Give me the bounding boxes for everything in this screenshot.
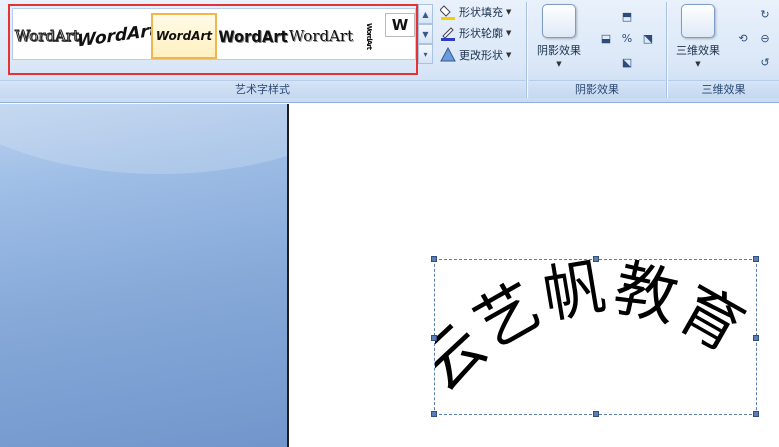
threed-effects-label: 三维效果 <box>676 44 720 57</box>
chevron-down-icon: ▼ <box>506 8 512 16</box>
wordart-style-3-selected[interactable]: WordArt <box>151 13 217 59</box>
wordart-styles-group: WordArt WordArt WordArt WordArt WordArt … <box>0 0 525 100</box>
wordart-styles-group-label: 艺术字样式 <box>0 80 525 98</box>
gallery-scroll: ▲ ▼ ▾ <box>418 4 433 64</box>
resize-handle-left[interactable] <box>431 335 437 341</box>
wordart-text-graphic: 云艺帆教育 <box>435 260 758 405</box>
tilt-down-icon[interactable]: ↺ <box>758 56 772 70</box>
background-swoosh <box>0 104 288 174</box>
shadow-effects-group-label: 阴影效果 <box>529 80 665 98</box>
chevron-down-icon: ▼ <box>506 51 512 59</box>
resize-handle-right[interactable] <box>753 335 759 341</box>
wordart-gallery: WordArt WordArt WordArt WordArt WordArt … <box>8 4 418 75</box>
paint-bucket-icon <box>439 4 456 20</box>
change-shape-icon <box>440 46 456 63</box>
change-shape-button[interactable]: 更改形状 ▼ <box>440 46 511 64</box>
chevron-down-icon: ▼ <box>695 60 701 68</box>
gallery-scroll-up[interactable]: ▲ <box>418 4 433 24</box>
wordart-style-6[interactable]: WordArt <box>359 13 379 59</box>
resize-handle-top-left[interactable] <box>431 256 437 262</box>
tilt-left-icon[interactable]: ⟲ <box>736 32 750 46</box>
resize-handle-bottom-right[interactable] <box>753 411 759 417</box>
nudge-shadow-down-icon[interactable]: ⬕ <box>620 56 634 70</box>
wordart-text: 云艺帆教育 <box>435 260 756 405</box>
svg-text:云艺帆教育: 云艺帆教育 <box>435 260 758 405</box>
wordart-style-4[interactable]: WordArt <box>218 13 287 59</box>
wordart-object[interactable]: 云艺帆教育 <box>431 256 759 417</box>
threed-effects-button[interactable]: 三维效果 ▼ <box>668 4 728 68</box>
wordart-style-5[interactable]: WordArt <box>289 13 353 59</box>
threed-on-off-icon[interactable]: ⊖ <box>758 32 772 46</box>
resize-handle-top-right[interactable] <box>753 256 759 262</box>
group-divider <box>526 2 527 98</box>
shadow-effects-group: 阴影效果 ▼ ⬒ ⬓ % ⬔ ⬕ 阴影效果 <box>529 0 665 100</box>
shape-outline-label: 形状轮廓 <box>459 27 503 40</box>
ribbon: WordArt WordArt WordArt WordArt WordArt … <box>0 0 779 103</box>
shadow-effects-icon <box>542 4 576 38</box>
nudge-shadow-left-icon[interactable]: ⬓ <box>599 32 613 46</box>
shape-fill-label: 形状填充 <box>459 6 503 19</box>
shape-fill-button[interactable]: 形状填充 ▼ <box>439 3 512 21</box>
change-shape-label: 更改形状 <box>459 49 503 62</box>
wordart-gallery-list: WordArt WordArt WordArt WordArt WordArt … <box>12 8 416 60</box>
wordart-style-7[interactable]: W <box>385 13 415 37</box>
workspace-background <box>0 104 288 447</box>
gallery-more[interactable]: ▾ <box>418 44 433 64</box>
resize-handle-top[interactable] <box>593 256 599 262</box>
resize-handle-bottom-left[interactable] <box>431 411 437 417</box>
shape-outline-button[interactable]: 形状轮廓 ▼ <box>440 24 511 42</box>
group-divider <box>666 2 667 98</box>
shadow-effects-label: 阴影效果 <box>537 44 581 57</box>
chevron-down-icon: ▼ <box>556 60 562 68</box>
tilt-up-icon[interactable]: ↻ <box>758 8 772 22</box>
nudge-shadow-up-icon[interactable]: ⬒ <box>620 10 634 24</box>
nudge-shadow-right-icon[interactable]: ⬔ <box>641 32 655 46</box>
pen-outline-icon <box>440 25 456 41</box>
wordart-style-2[interactable]: WordArt <box>77 9 157 64</box>
shadow-effects-button[interactable]: 阴影效果 ▼ <box>529 4 589 68</box>
gallery-scroll-down[interactable]: ▼ <box>418 24 433 44</box>
wordart-style-1[interactable]: WordArt <box>14 13 79 59</box>
threed-effects-group: 三维效果 ▼ ↻ ⟲ ⊖ ↺ 三维效果 <box>668 0 779 100</box>
threed-effects-group-label: 三维效果 <box>668 80 779 98</box>
threed-effects-icon <box>681 4 715 38</box>
resize-handle-bottom[interactable] <box>593 411 599 417</box>
chevron-down-icon: ▼ <box>506 29 512 37</box>
shadow-on-off-icon[interactable]: % <box>620 32 634 46</box>
